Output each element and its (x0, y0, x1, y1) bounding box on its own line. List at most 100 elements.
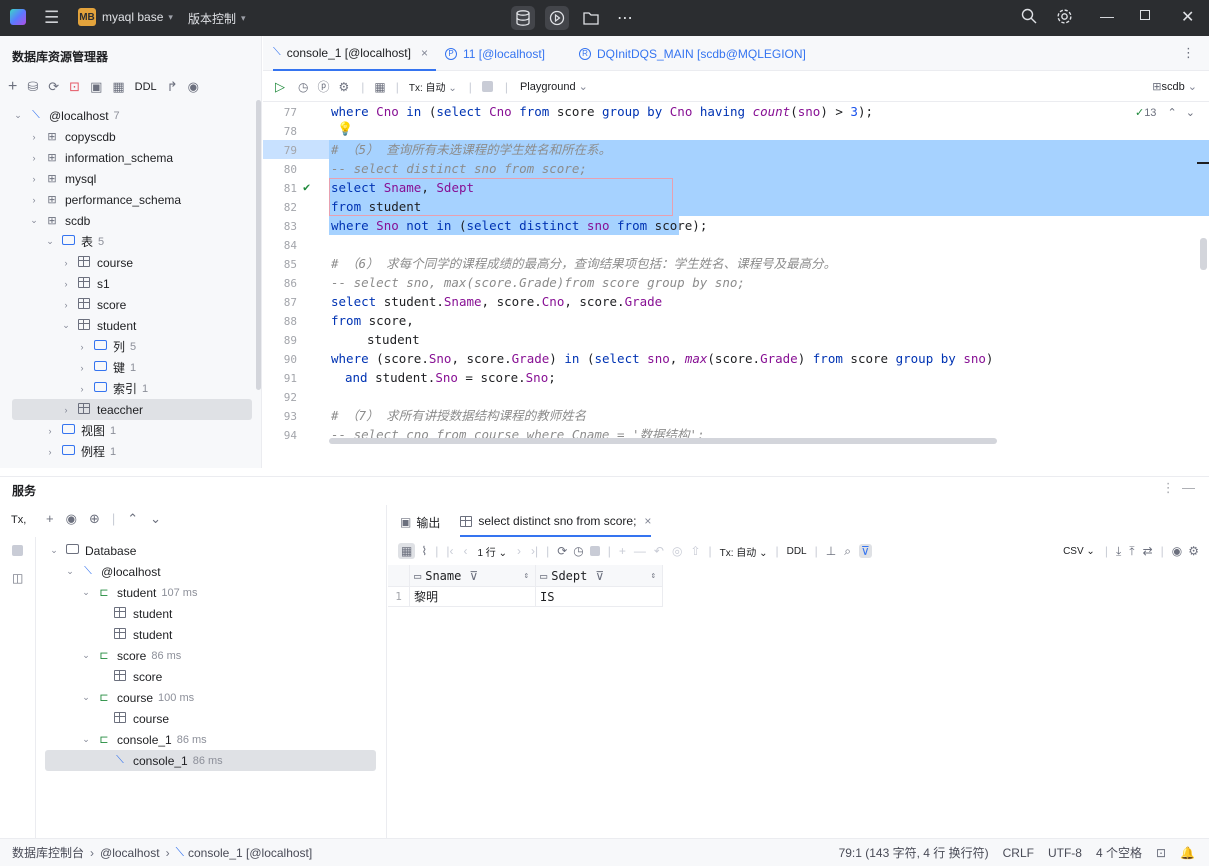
add-icon[interactable]: + (46, 511, 54, 527)
next-page-icon[interactable]: › (517, 544, 521, 558)
close-tab-icon[interactable]: × (421, 46, 428, 60)
sort-icon[interactable]: ⇕ (651, 571, 656, 581)
revert-icon[interactable]: ↶ (654, 544, 664, 558)
chevron-up-icon[interactable]: ⌃ (1168, 107, 1177, 119)
code-editor[interactable]: 77 78 79 80 81 82 83 84 85 86 87 88 89 9… (263, 102, 1209, 448)
tree-item-copyscdb[interactable]: › ⊞ copyscdb (28, 126, 116, 147)
close-window-button[interactable]: ✕ (1181, 7, 1194, 27)
first-page-icon[interactable]: |‹ (446, 544, 453, 558)
database-icon[interactable] (511, 6, 535, 30)
tab-dqinit[interactable]: R DQInitDQS_MAIN [scdb@MQLEGION] (579, 36, 806, 71)
svc-item-localhost[interactable]: ⌄ ⟍ @localhost (64, 561, 160, 582)
datasource-properties-icon[interactable]: ⛁ (27, 79, 38, 95)
tree-item-course[interactable]: › course (60, 252, 133, 273)
settings-icon[interactable]: ⚙ (1188, 544, 1199, 558)
chevron-right-icon[interactable]: › (60, 405, 72, 415)
stop-icon[interactable]: ⊡ (69, 79, 80, 95)
tree-item-scdb[interactable]: ⌄ ⊞ scdb (28, 210, 90, 231)
playground-dropdown[interactable]: Playground ⌄ (520, 80, 588, 93)
grid-column-header-sname[interactable]: ▭ Sname ⊽ ⇕ (410, 565, 536, 587)
ddl-button[interactable]: DDL (135, 81, 157, 93)
tx-label[interactable]: Tx, (11, 514, 26, 526)
chevron-down-icon[interactable]: ⌄ (64, 566, 76, 577)
delete-row-icon[interactable]: — (634, 544, 646, 558)
export-format-dropdown[interactable]: CSV ⌄ (1063, 546, 1095, 557)
svc-item-course-result[interactable]: course (112, 708, 169, 729)
chevron-right-icon[interactable]: › (60, 258, 72, 268)
inspection-widget[interactable]: ✓13 ⌃ ⌄ (1135, 106, 1195, 119)
svc-item-console-session[interactable]: ⌄ ⊏ console_1 86 ms (80, 729, 206, 750)
chevron-down-icon[interactable]: ⌄ (80, 587, 92, 598)
svc-item-score-session[interactable]: ⌄ ⊏ score 86 ms (80, 645, 181, 666)
lock-icon[interactable]: ⊡ (1156, 846, 1166, 860)
close-tab-icon[interactable]: × (644, 514, 651, 528)
folder-icon[interactable] (579, 6, 603, 30)
breadcrumb-console[interactable]: 数据库控制台 (12, 844, 84, 861)
chevron-down-icon[interactable]: ⌄ (80, 734, 92, 745)
layout-icon[interactable]: ◫ (12, 571, 23, 585)
lightbulb-icon[interactable]: 💡 (337, 122, 353, 137)
tree-item-columns[interactable]: › 列 5 (76, 336, 136, 357)
table-view-icon[interactable]: ▦ (374, 80, 385, 94)
editor-horizontal-scrollbar[interactable] (329, 438, 997, 444)
tree-item-tables[interactable]: ⌄ 表 5 (44, 231, 104, 252)
tree-item-student[interactable]: ⌄ student (60, 315, 136, 336)
app-logo-icon[interactable] (10, 9, 26, 25)
eye-icon[interactable]: ◉ (66, 511, 77, 527)
tab-console-1[interactable]: ⟍ console_1 [@localhost] × (273, 36, 436, 71)
tree-item-routines[interactable]: › 例程 1 (44, 441, 116, 462)
history-icon[interactable]: ◷ (298, 80, 308, 94)
svc-item-student-result-2[interactable]: student (112, 624, 172, 645)
grid-column-header-sdept[interactable]: ▭ Sdept ⊽ ⇕ (536, 565, 663, 587)
services-play-icon[interactable] (545, 6, 569, 30)
grid-cell[interactable]: 黎明 (410, 587, 536, 607)
settings-icon[interactable]: ⚙ (339, 80, 350, 94)
svc-item-console-1[interactable]: ⟍ console_1 86 ms (45, 750, 376, 771)
svc-item-score-result[interactable]: score (112, 666, 162, 687)
editor-vertical-scrollbar[interactable] (1200, 238, 1207, 270)
chevron-right-icon[interactable]: › (44, 447, 56, 457)
refresh-icon[interactable]: ⟳ (557, 544, 567, 558)
rows-dropdown[interactable]: 1 行 ⌄ (477, 544, 507, 559)
chevron-right-icon[interactable]: › (76, 363, 88, 373)
tree-item-performance-schema[interactable]: › ⊞ performance_schema (28, 189, 182, 210)
minimize-button[interactable]: — (1100, 8, 1114, 24)
submit-icon[interactable]: ⇧ (690, 544, 700, 558)
line-separator[interactable]: CRLF (1003, 846, 1034, 860)
svc-item-student-result[interactable]: student (112, 603, 172, 624)
chevron-down-icon[interactable]: ⌄ (44, 236, 56, 247)
chevron-right-icon[interactable]: › (28, 195, 40, 205)
grid-view-icon[interactable]: ▦ (398, 543, 416, 559)
stop-icon[interactable] (589, 546, 600, 556)
chevron-down-icon[interactable]: ⌄ (12, 110, 24, 121)
settings-gear-icon[interactable] (1056, 8, 1073, 25)
chevron-right-icon[interactable]: › (28, 153, 40, 163)
upload-icon[interactable]: ⤒ (1129, 544, 1134, 559)
svc-item-student-session[interactable]: ⌄ ⊏ student 107 ms (80, 582, 197, 603)
svc-item-course-session[interactable]: ⌄ ⊏ course 100 ms (80, 687, 194, 708)
chevron-right-icon[interactable]: › (60, 300, 72, 310)
jump-icon[interactable]: ↱ (167, 79, 178, 95)
tree-item-teaccher[interactable]: › teaccher (12, 399, 252, 420)
file-encoding[interactable]: UTF-8 (1048, 846, 1082, 860)
breadcrumb-console-1[interactable]: console_1 [@localhost] (188, 846, 312, 860)
refresh-icon[interactable]: ⟳ (48, 79, 59, 95)
explain-plan-icon[interactable]: ⓟ (317, 78, 329, 95)
chevron-right-icon[interactable]: › (60, 279, 72, 289)
prev-page-icon[interactable]: ‹ (463, 544, 467, 558)
notifications-bell-icon[interactable]: 🔔 (1180, 846, 1195, 860)
history-icon[interactable]: ◷ (573, 544, 583, 558)
tab-11[interactable]: P 11 [@localhost] (445, 36, 545, 71)
chart-view-icon[interactable]: ⌇ (421, 544, 427, 558)
chevron-down-icon[interactable]: ⌄ (28, 215, 40, 226)
tree-item-keys[interactable]: › 键 1 (76, 357, 136, 378)
last-page-icon[interactable]: ›| (531, 544, 538, 558)
filter-icon[interactable]: ⊽ (595, 569, 604, 583)
tree-item-indexes[interactable]: › 索引 1 (76, 378, 148, 399)
chevron-down-icon[interactable]: ⌄ (48, 545, 60, 556)
chevron-down-icon[interactable]: ⌄ (80, 692, 92, 703)
chevron-right-icon[interactable]: › (76, 342, 88, 352)
explorer-scrollbar[interactable] (256, 100, 261, 390)
download-icon[interactable]: ⤓ (1116, 544, 1121, 559)
add-row-icon[interactable]: + (619, 544, 626, 558)
